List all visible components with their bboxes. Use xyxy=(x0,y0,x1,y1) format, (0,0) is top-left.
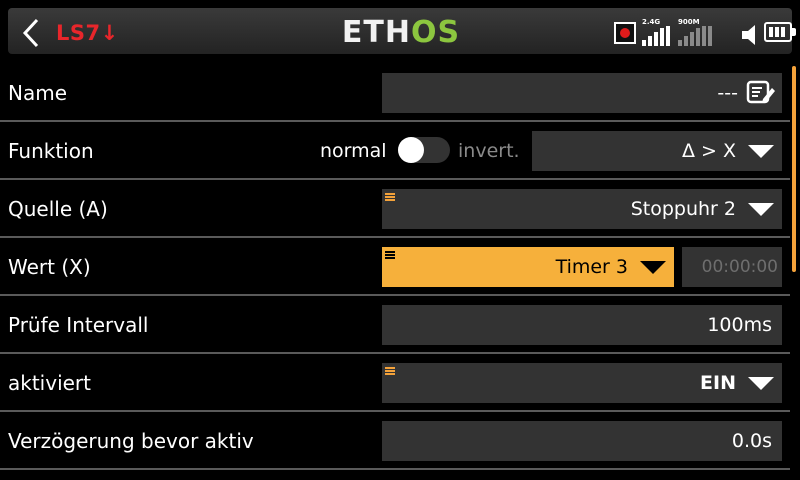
header-bar: LS7↓ ETH OS 2.4G 900M xyxy=(0,0,800,60)
name-field[interactable]: --- xyxy=(382,73,782,113)
row-verzoegerung: Verzögerung bevor aktiv 0.0s xyxy=(0,412,790,470)
invert-toggle[interactable] xyxy=(398,137,450,163)
wert-label: Wert (X) xyxy=(8,255,91,279)
battery-icon xyxy=(764,22,796,42)
toggle-normal-label: normal xyxy=(320,140,387,162)
name-label: Name xyxy=(8,81,68,105)
speaker-icon[interactable] xyxy=(740,24,760,46)
pruefe-intervall-field[interactable]: 100ms xyxy=(382,305,782,345)
ethos-logo: ETH OS xyxy=(341,15,461,50)
chevron-down-icon xyxy=(748,145,774,158)
chevron-down-icon xyxy=(748,377,774,390)
record-icon xyxy=(614,22,636,44)
toggle-invert-label: invert. xyxy=(458,140,520,162)
status-area: 2.4G 900M xyxy=(612,14,796,48)
logical-switch-title: LS7↓ xyxy=(56,21,119,45)
row-aktiviert: aktiviert EIN xyxy=(0,354,790,412)
back-icon xyxy=(22,18,39,48)
wert-time-value: 00:00:00 xyxy=(701,257,778,277)
signal-900m-icon xyxy=(678,26,712,46)
signal-24g-icon xyxy=(642,26,670,46)
aktiviert-label: aktiviert xyxy=(8,371,91,395)
menu-mark-icon xyxy=(385,367,395,375)
verzoegerung-value: 0.0s xyxy=(731,430,772,452)
pruefe-intervall-label: Prüfe Intervall xyxy=(8,313,149,337)
verzoegerung-field[interactable]: 0.0s xyxy=(382,421,782,461)
row-wert: Wert (X) Timer 3 00:00:00 xyxy=(0,238,790,296)
edit-icon[interactable] xyxy=(746,79,776,107)
signal-24g-label: 2.4G xyxy=(642,18,661,26)
menu-mark-icon xyxy=(385,251,395,259)
toggle-knob xyxy=(398,137,424,163)
row-pruefe-intervall: Prüfe Intervall 100ms xyxy=(0,296,790,354)
menu-mark-icon xyxy=(385,193,395,201)
row-quelle: Quelle (A) Stoppuhr 2 xyxy=(0,180,790,238)
signal-900m-label: 900M xyxy=(678,18,700,26)
wert-dropdown[interactable]: Timer 3 xyxy=(382,247,674,287)
funktion-label: Funktion xyxy=(8,139,94,163)
row-name: Name --- xyxy=(0,64,790,122)
row-funktion: Funktion normal invert. Δ > X xyxy=(0,122,790,180)
aktiviert-dropdown[interactable]: EIN xyxy=(382,363,782,403)
verzoegerung-label: Verzögerung bevor aktiv xyxy=(8,429,254,453)
quelle-label: Quelle (A) xyxy=(8,197,108,221)
pruefe-intervall-value: 100ms xyxy=(707,314,772,336)
chevron-down-icon xyxy=(748,203,774,216)
chevron-down-icon xyxy=(640,261,666,274)
settings-list: Name --- Funktion normal invert. Δ > X Q… xyxy=(0,64,800,480)
back-button[interactable] xyxy=(14,14,48,52)
funktion-dropdown[interactable]: Δ > X xyxy=(532,131,782,171)
wert-time-field[interactable]: 00:00:00 xyxy=(682,247,782,287)
quelle-dropdown[interactable]: Stoppuhr 2 xyxy=(382,189,782,229)
